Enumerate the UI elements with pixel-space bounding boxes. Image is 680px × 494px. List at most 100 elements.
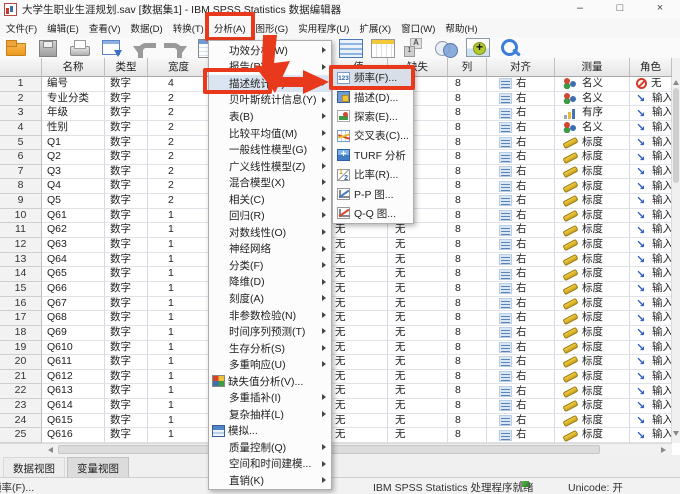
- cell-align[interactable]: 右: [487, 428, 555, 443]
- cell-type[interactable]: 数字: [105, 369, 148, 385]
- cell-name[interactable]: Q2: [42, 150, 105, 165]
- cell-columns[interactable]: 8: [448, 325, 487, 341]
- cell-missing[interactable]: 无: [388, 223, 448, 239]
- cell-width[interactable]: 1: [148, 369, 210, 385]
- cell-measure[interactable]: 名义: [555, 91, 630, 107]
- cell-type[interactable]: 数字: [105, 296, 148, 312]
- cell-width[interactable]: 1: [148, 355, 210, 370]
- bookmarks-grid-icon[interactable]: [370, 38, 395, 58]
- analyze-menu-item[interactable]: 表(B): [209, 108, 331, 125]
- cell-num[interactable]: 19: [0, 340, 42, 356]
- cell-num[interactable]: 15: [0, 281, 42, 297]
- menubar-item-t[interactable]: 转换(T): [169, 19, 208, 37]
- cell-measure[interactable]: 名义: [555, 120, 630, 136]
- menubar-item-w[interactable]: 窗口(W): [397, 19, 439, 37]
- cell-type[interactable]: 数字: [105, 384, 148, 400]
- cell-name[interactable]: Q5: [42, 194, 105, 209]
- cell-columns[interactable]: 8: [448, 135, 487, 151]
- cell-align[interactable]: 右: [487, 179, 555, 195]
- cell-type[interactable]: 数字: [105, 135, 148, 151]
- analyze-menu-item[interactable]: 模拟...: [209, 423, 331, 440]
- analyze-menu-item[interactable]: 直销(K): [209, 472, 331, 489]
- menubar-item-v[interactable]: 查看(V): [85, 19, 125, 37]
- cell-type[interactable]: 数字: [105, 106, 148, 121]
- cell-width[interactable]: 2: [148, 164, 210, 180]
- cell-measure[interactable]: 标度: [555, 399, 630, 414]
- cell-missing[interactable]: 无: [388, 252, 448, 268]
- cell-num[interactable]: 16: [0, 296, 42, 312]
- analyze-menu-item[interactable]: 分类(F): [209, 257, 331, 274]
- use-variable-sets-icon[interactable]: [466, 38, 490, 57]
- analyze-menu-item[interactable]: 缺失值分析(V)...: [209, 373, 331, 390]
- analyze-menu-item[interactable]: 回归(R): [209, 207, 331, 224]
- cell-values[interactable]: 无: [330, 413, 388, 429]
- column-header-align[interactable]: 对齐: [487, 58, 555, 77]
- cell-columns[interactable]: 8: [448, 164, 487, 180]
- cell-role[interactable]: 输入: [630, 340, 672, 356]
- cell-width[interactable]: 1: [148, 208, 210, 224]
- submenu-item[interactable]: TURF 分析: [333, 146, 413, 165]
- cell-width[interactable]: 2: [148, 194, 210, 209]
- cell-columns[interactable]: 8: [448, 120, 487, 136]
- cell-width[interactable]: 1: [148, 340, 210, 356]
- cell-width[interactable]: 2: [148, 106, 210, 121]
- cell-columns[interactable]: 8: [448, 238, 487, 253]
- cell-type[interactable]: 数字: [105, 164, 148, 180]
- cell-name[interactable]: Q63: [42, 238, 105, 253]
- cell-measure[interactable]: 标度: [555, 296, 630, 312]
- cell-role[interactable]: 无: [630, 77, 672, 92]
- cell-num[interactable]: 14: [0, 267, 42, 282]
- cell-role[interactable]: 输入: [630, 369, 672, 385]
- cell-align[interactable]: 右: [487, 238, 555, 253]
- scroll-right-icon[interactable]: [661, 447, 666, 453]
- cell-missing[interactable]: 无: [388, 238, 448, 253]
- cell-name[interactable]: Q1: [42, 135, 105, 151]
- cell-width[interactable]: 1: [148, 281, 210, 297]
- cell-role[interactable]: 输入: [630, 120, 672, 136]
- cell-type[interactable]: 数字: [105, 179, 148, 195]
- cell-name[interactable]: Q615: [42, 413, 105, 429]
- cell-num[interactable]: 12: [0, 238, 42, 253]
- cell-align[interactable]: 右: [487, 399, 555, 414]
- cell-align[interactable]: 右: [487, 135, 555, 151]
- cell-name[interactable]: Q3: [42, 164, 105, 180]
- cell-width[interactable]: 1: [148, 252, 210, 268]
- cell-missing[interactable]: 无: [388, 296, 448, 312]
- cell-type[interactable]: 数字: [105, 91, 148, 107]
- cell-width[interactable]: 1: [148, 399, 210, 414]
- cell-type[interactable]: 数字: [105, 120, 148, 136]
- cell-type[interactable]: 数字: [105, 223, 148, 239]
- cell-role[interactable]: 输入: [630, 428, 672, 443]
- cell-missing[interactable]: 无: [388, 325, 448, 341]
- cell-name[interactable]: Q612: [42, 369, 105, 385]
- redo-icon[interactable]: [164, 38, 188, 58]
- cell-width[interactable]: 4: [148, 77, 210, 92]
- submenu-item[interactable]: 频率(F)...: [329, 65, 415, 90]
- cell-measure[interactable]: 标度: [555, 311, 630, 326]
- cell-columns[interactable]: 8: [448, 281, 487, 297]
- cell-width[interactable]: 1: [148, 238, 210, 253]
- cell-align[interactable]: 右: [487, 267, 555, 282]
- analyze-menu-item[interactable]: 降维(D): [209, 274, 331, 291]
- menubar-item-u[interactable]: 实用程序(U): [294, 19, 353, 37]
- cell-width[interactable]: 2: [148, 120, 210, 136]
- cell-values[interactable]: 无: [330, 311, 388, 326]
- cell-align[interactable]: 右: [487, 384, 555, 400]
- cell-align[interactable]: 右: [487, 208, 555, 224]
- analyze-menu-item[interactable]: 对数线性(O): [209, 224, 331, 241]
- cell-align[interactable]: 右: [487, 413, 555, 429]
- analyze-menu-item[interactable]: 复杂抽样(L): [209, 406, 331, 423]
- cell-role[interactable]: 输入: [630, 311, 672, 326]
- cell-align[interactable]: 右: [487, 252, 555, 268]
- cell-name[interactable]: Q613: [42, 384, 105, 400]
- cell-columns[interactable]: 8: [448, 399, 487, 414]
- cell-num[interactable]: 17: [0, 311, 42, 326]
- cell-width[interactable]: 1: [148, 325, 210, 341]
- cell-align[interactable]: 右: [487, 91, 555, 107]
- cell-columns[interactable]: 8: [448, 223, 487, 239]
- cell-num[interactable]: 7: [0, 164, 42, 180]
- cell-num[interactable]: 4: [0, 120, 42, 136]
- cell-measure[interactable]: 标度: [555, 194, 630, 209]
- analyze-menu-item[interactable]: 相关(C): [209, 191, 331, 208]
- cell-measure[interactable]: 标度: [555, 281, 630, 297]
